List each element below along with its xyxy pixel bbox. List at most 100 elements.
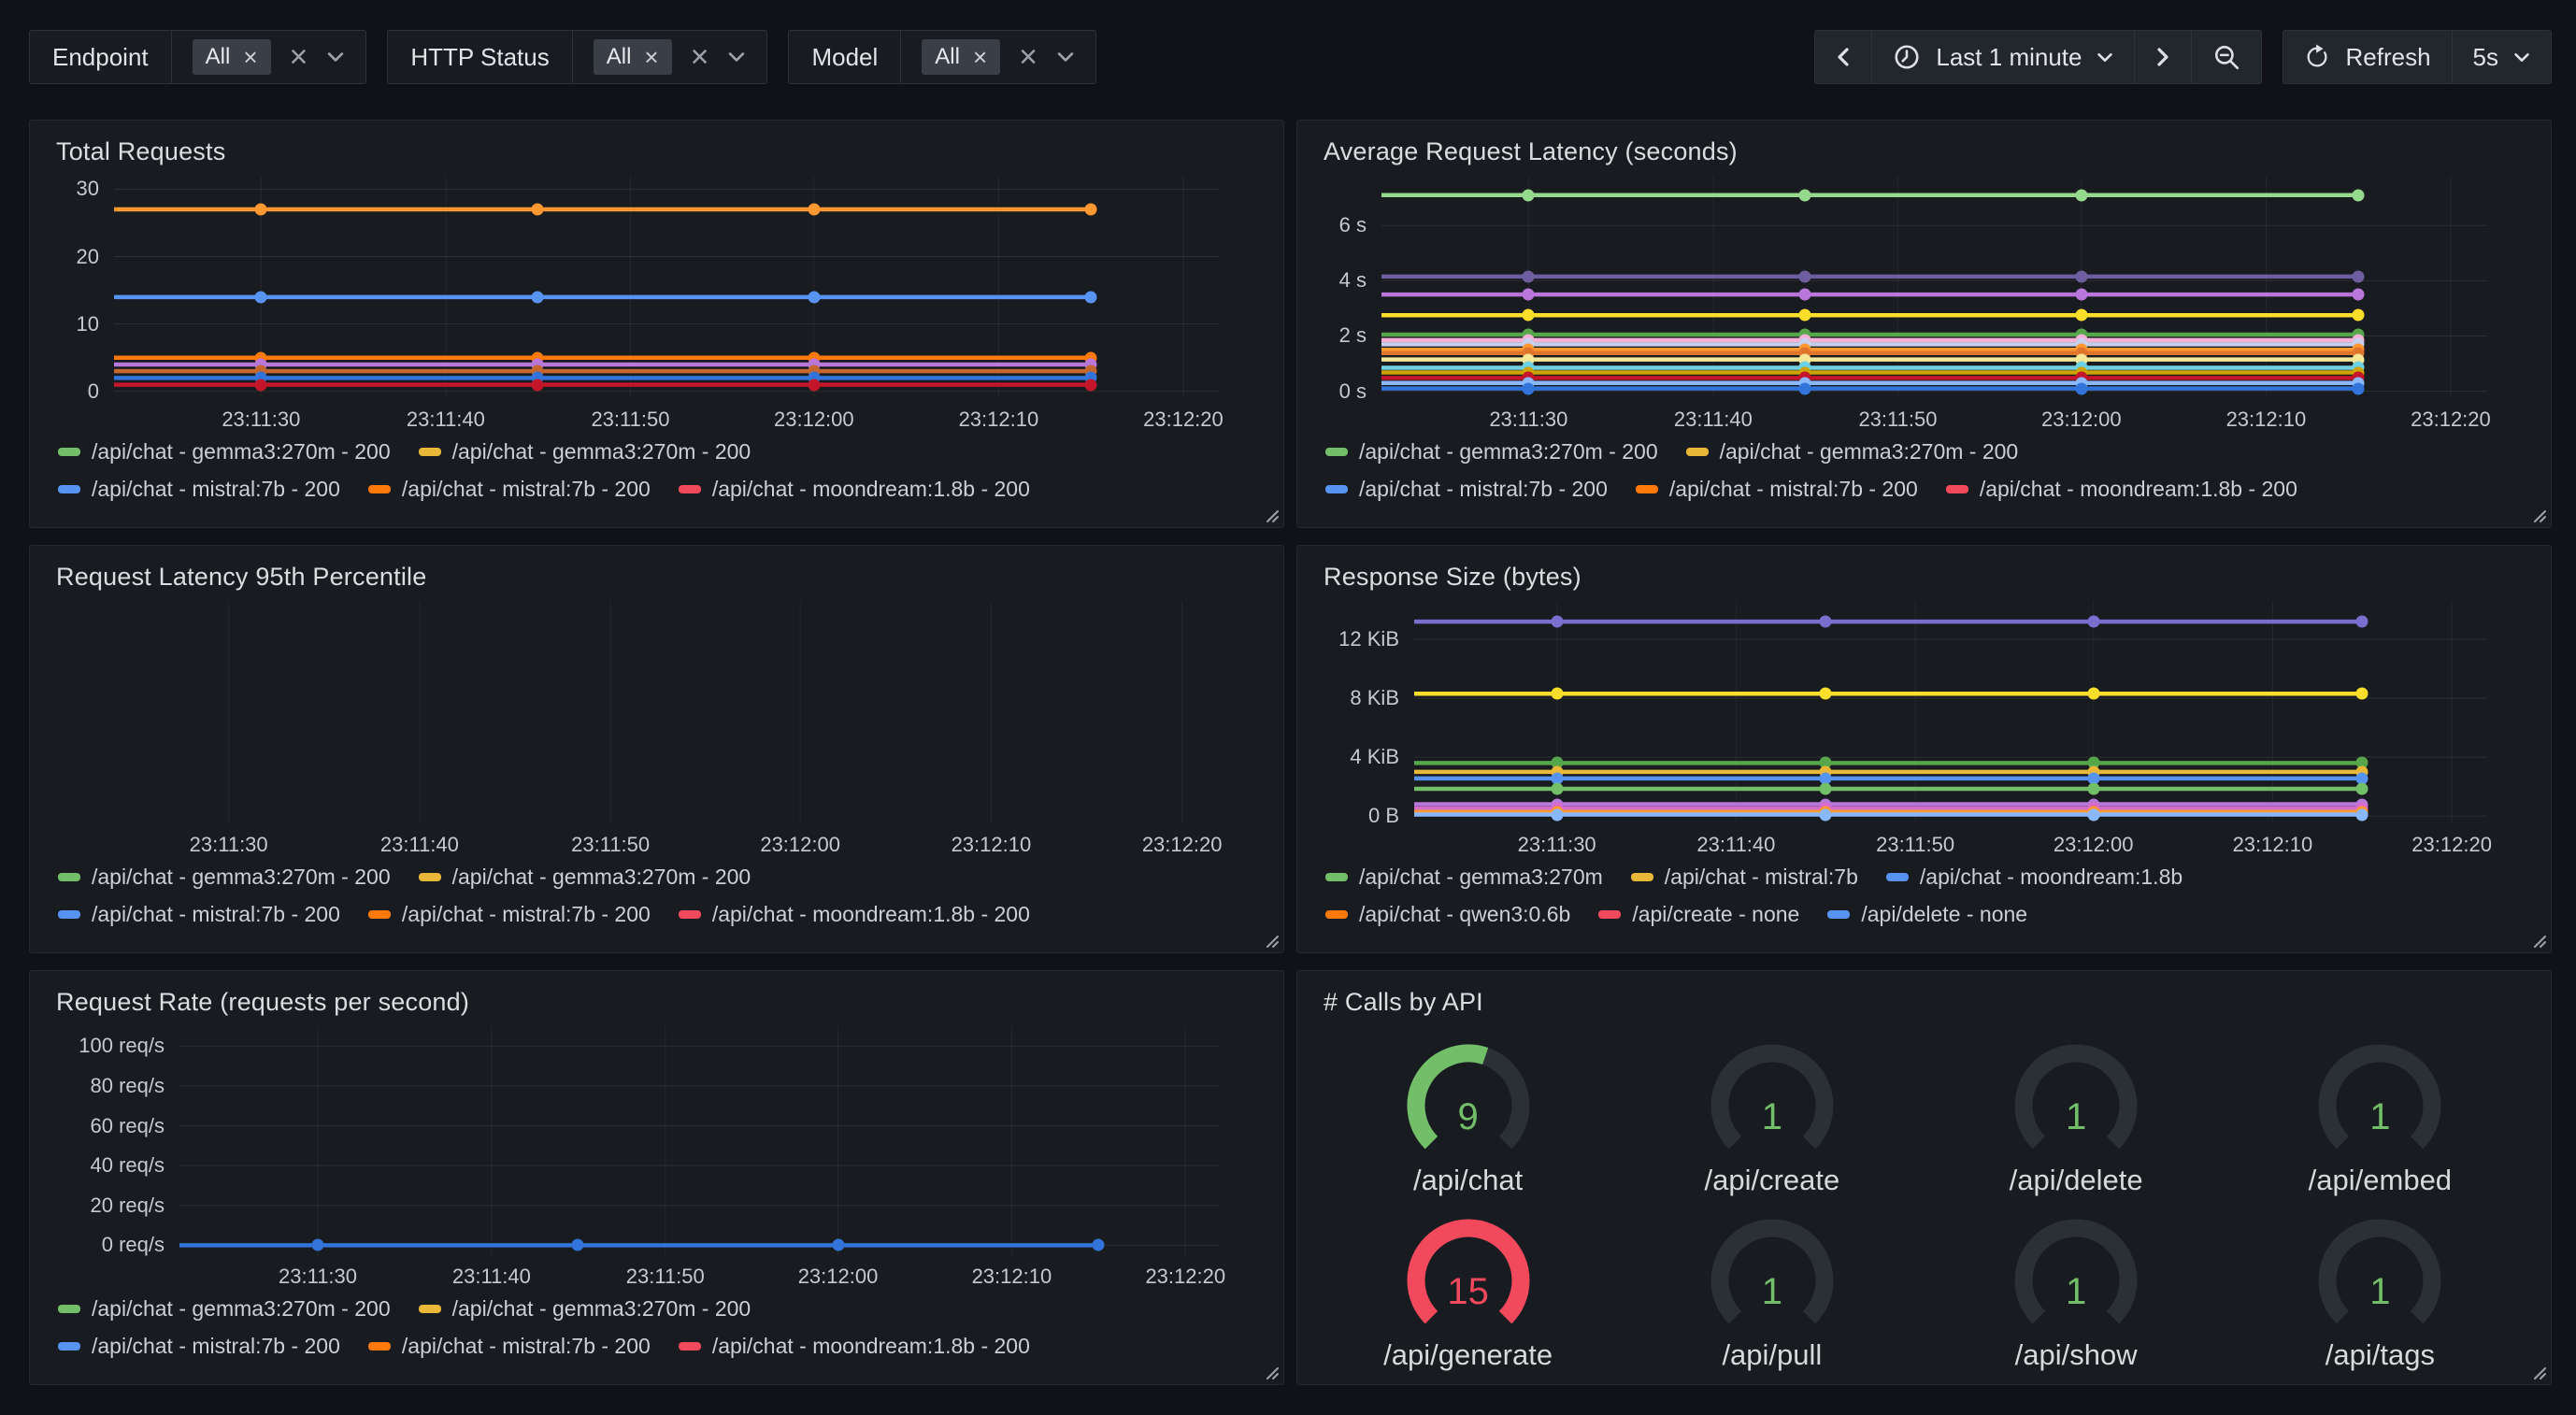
legend-item[interactable]: /api/chat - mistral:7b - 200 [1636, 477, 1918, 502]
remove-tag-icon[interactable]: × [973, 45, 987, 69]
chevron-right-icon [2155, 47, 2170, 67]
panel-title[interactable]: # Calls by API [1324, 988, 2532, 1017]
x-tick-label: 23:12:20 [1143, 407, 1224, 432]
refresh-group: Refresh 5s [2283, 30, 2552, 84]
timeseries-chart: 0 s2 s4 s6 s23:11:3023:11:4023:11:5023:1… [1316, 176, 2532, 520]
gauge: 1/api/show [1996, 1206, 2155, 1372]
gauge: 1/api/delete [1996, 1031, 2155, 1197]
panel-resize-handle-icon[interactable] [2531, 1365, 2546, 1379]
panel-title[interactable]: Request Latency 95th Percentile [56, 563, 1265, 592]
clear-icon[interactable]: × [691, 41, 709, 73]
filter-model-tag[interactable]: All × [922, 39, 1000, 75]
legend-item[interactable]: /api/chat - mistral:7b - 200 [58, 477, 340, 502]
legend-item[interactable]: /api/chat - moondream:1.8b - 200 [1946, 477, 2297, 502]
legend-item[interactable]: /api/chat - moondream:1.8b - 200 [679, 477, 1030, 502]
legend-item[interactable]: /api/chat - qwen3:0.6b [1325, 902, 1570, 927]
panel-title[interactable]: Average Request Latency (seconds) [1324, 137, 2532, 166]
legend-item[interactable]: /api/chat - mistral:7b [1631, 865, 1858, 890]
x-tick-label: 23:11:50 [1858, 407, 1937, 432]
legend-item[interactable]: /api/chat - gemma3:270m [1325, 865, 1603, 890]
legend-series-chip [419, 448, 441, 456]
panel-response-size: Response Size (bytes) 0 B4 KiB8 KiB12 Ki… [1296, 545, 2552, 953]
plot-area: 0102030 [49, 176, 1265, 398]
y-axis: 0 s2 s4 s6 s [1316, 176, 1381, 398]
legend-item[interactable]: /api/delete - none [1827, 902, 2027, 927]
filter-model-label: Model [789, 31, 901, 83]
time-zoom-out-button[interactable] [2191, 31, 2261, 83]
data-point-dot [2355, 616, 2368, 628]
panel-resize-handle-icon[interactable] [1264, 507, 1279, 522]
legend-item[interactable]: /api/chat - moondream:1.8b - 200 [679, 902, 1030, 927]
chevron-down-icon[interactable] [326, 50, 345, 64]
legend-item[interactable]: /api/create - none [1598, 902, 1799, 927]
y-tick-label: 12 KiB [1338, 629, 1399, 650]
filter-http-status-tag[interactable]: All × [594, 39, 672, 75]
legend-item[interactable]: /api/chat - gemma3:270m - 200 [58, 439, 391, 465]
legend-item[interactable]: /api/chat - gemma3:270m - 200 [58, 1296, 391, 1322]
panel-title[interactable]: Response Size (bytes) [1324, 563, 2532, 592]
x-tick-label: 23:12:00 [2054, 833, 2134, 857]
remove-tag-icon[interactable]: × [243, 45, 257, 69]
x-tick-label: 23:11:40 [452, 1265, 531, 1289]
chevron-down-icon[interactable] [1056, 50, 1075, 64]
data-point-dot [1084, 379, 1096, 391]
time-shift-forward-button[interactable] [2134, 31, 2191, 83]
legend-item[interactable]: /api/chat - mistral:7b - 200 [368, 1334, 651, 1359]
legend-item[interactable]: /api/chat - gemma3:270m - 200 [58, 865, 391, 890]
chart-legend: /api/chat - gemma3:270m - 200/api/chat -… [1316, 436, 2532, 520]
x-tick-label: 23:12:10 [2233, 833, 2313, 857]
legend-item[interactable]: /api/chat - mistral:7b - 200 [58, 902, 340, 927]
panel-title[interactable]: Total Requests [56, 137, 1265, 166]
filter-http-status-value[interactable]: All × × [573, 31, 767, 83]
legend-row: /api/chat - mistral:7b - 200/api/chat - … [58, 1334, 1265, 1359]
panel-resize-handle-icon[interactable] [1264, 933, 1279, 948]
filter-endpoint-tag[interactable]: All × [193, 39, 271, 75]
legend-series-label: /api/chat - mistral:7b - 200 [92, 1334, 340, 1359]
y-tick-label: 4 KiB [1350, 747, 1399, 767]
y-tick-label: 0 B [1368, 806, 1399, 826]
remove-tag-icon[interactable]: × [644, 45, 658, 69]
legend-item[interactable]: /api/chat - moondream:1.8b [1886, 865, 2182, 890]
y-tick-label: 4 s [1339, 270, 1367, 291]
data-point-dot [1819, 688, 1831, 700]
gauge-value: 1 [1693, 1271, 1852, 1313]
panel-resize-handle-icon[interactable] [2531, 933, 2546, 948]
legend-item[interactable]: /api/chat - mistral:7b - 200 [1325, 477, 1608, 502]
legend-series-chip [58, 910, 80, 919]
panel-title[interactable]: Request Rate (requests per second) [56, 988, 1265, 1017]
refresh-interval-picker[interactable]: 5s [2452, 31, 2551, 83]
panel-total-requests: Total Requests 010203023:11:3023:11:4023… [29, 120, 1284, 528]
data-point-dot [1523, 309, 1535, 322]
legend-item[interactable]: /api/chat - moondream:1.8b - 200 [679, 1334, 1030, 1359]
refresh-button[interactable]: Refresh [2283, 31, 2451, 83]
filter-model-value[interactable]: All × × [901, 31, 1095, 83]
panel-resize-handle-icon[interactable] [2531, 507, 2546, 522]
data-point-dot [2087, 808, 2099, 821]
chevron-down-icon[interactable] [727, 50, 746, 64]
legend-item[interactable]: /api/chat - gemma3:270m - 200 [419, 1296, 751, 1322]
legend-item[interactable]: /api/chat - mistral:7b - 200 [368, 477, 651, 502]
time-range-picker[interactable]: Last 1 minute [1871, 31, 2134, 83]
time-shift-back-button[interactable] [1815, 31, 1871, 83]
legend-item[interactable]: /api/chat - gemma3:270m - 200 [1686, 439, 2019, 465]
legend-series-chip [58, 1342, 80, 1351]
data-point-dot [1551, 808, 1563, 821]
legend-series-label: /api/chat - moondream:1.8b [1920, 865, 2182, 890]
legend-item[interactable]: /api/chat - gemma3:270m - 200 [419, 439, 751, 465]
legend-series-label: /api/chat - gemma3:270m - 200 [452, 1296, 751, 1322]
legend-row: /api/chat - gemma3:270m - 200/api/chat -… [58, 439, 1265, 465]
clear-icon[interactable]: × [1019, 41, 1038, 73]
legend-item[interactable]: /api/chat - gemma3:270m - 200 [419, 865, 751, 890]
data-point-dot [2355, 808, 2368, 821]
data-point-dot [2352, 382, 2364, 394]
data-point-dot [808, 291, 820, 303]
legend-item[interactable]: /api/chat - mistral:7b - 200 [368, 902, 651, 927]
clear-icon[interactable]: × [290, 41, 308, 73]
legend-series-chip [1946, 485, 1968, 493]
filter-endpoint-value[interactable]: All × × [172, 31, 366, 83]
legend-item[interactable]: /api/chat - mistral:7b - 200 [58, 1334, 340, 1359]
x-tick-label: 23:11:40 [407, 407, 485, 432]
legend-item[interactable]: /api/chat - gemma3:270m - 200 [1325, 439, 1658, 465]
panel-resize-handle-icon[interactable] [1264, 1365, 1279, 1379]
chart-legend: /api/chat - gemma3:270m - 200/api/chat -… [49, 436, 1265, 520]
